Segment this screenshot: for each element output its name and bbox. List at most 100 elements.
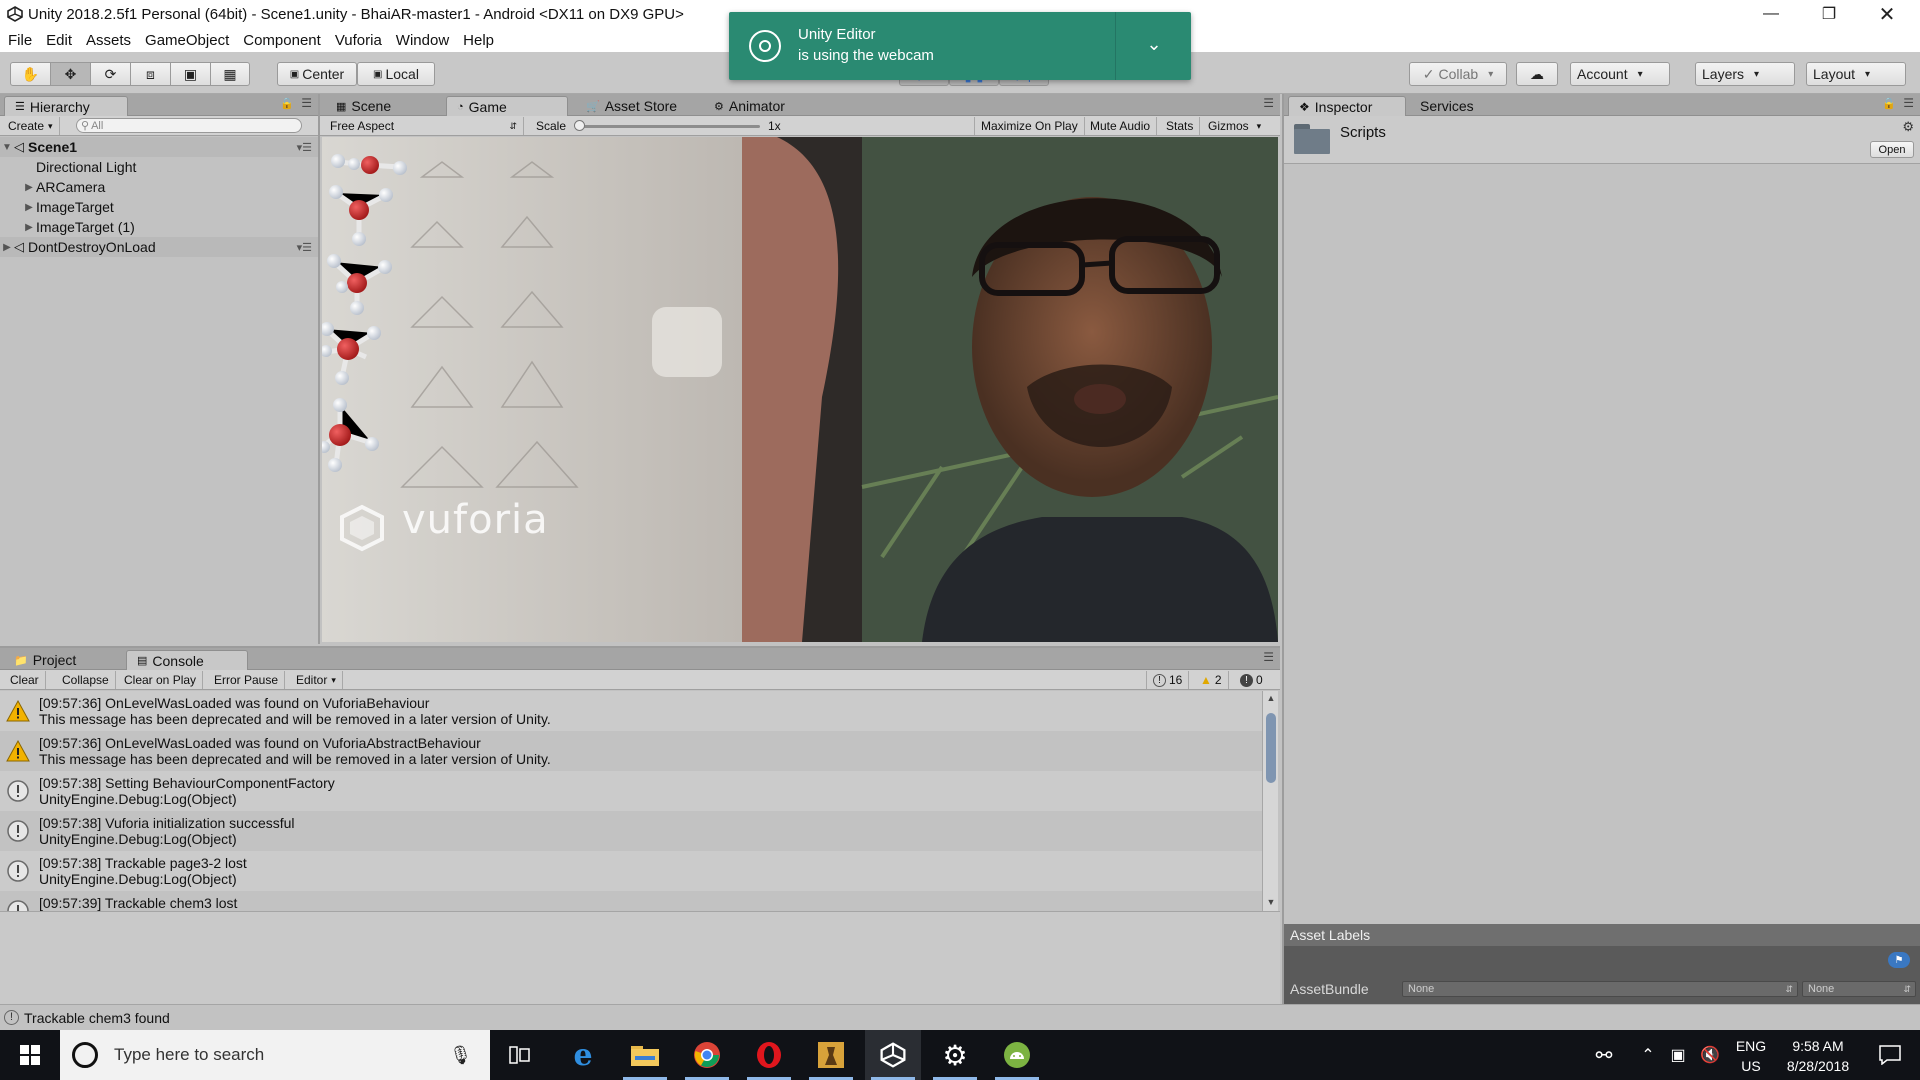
menu-gameobject[interactable]: GameObject — [138, 32, 236, 49]
restore-button[interactable]: ❐ — [1800, 0, 1858, 28]
menu-file[interactable]: File — [1, 32, 39, 49]
android-studio-icon[interactable] — [989, 1030, 1045, 1080]
clear-button[interactable]: Clear — [4, 671, 46, 689]
hierarchy-item-imagetarget[interactable]: ▶ ImageTarget — [0, 197, 318, 217]
menu-window[interactable]: Window — [389, 32, 456, 49]
game-icon[interactable] — [803, 1030, 859, 1080]
expand-arrow-icon[interactable]: ▶ — [0, 242, 14, 253]
network-icon[interactable]: ▣ — [1660, 1030, 1696, 1080]
asset-bundle-dropdown[interactable]: None ⇵ — [1402, 981, 1798, 997]
rect-icon[interactable]: ▣ — [171, 63, 211, 85]
hierarchy-item-imagetarget-1[interactable]: ▶ ImageTarget (1) — [0, 217, 318, 237]
tab-asset-store[interactable]: 🛒 Asset Store — [576, 96, 698, 116]
scrollbar-thumb[interactable] — [1266, 713, 1276, 783]
menu-vuforia[interactable]: Vuforia — [328, 32, 389, 49]
taskbar-search-box[interactable]: Type here to search 🎙 — [60, 1030, 490, 1080]
task-view-icon[interactable] — [492, 1030, 548, 1080]
collapse-button[interactable]: Collapse — [56, 671, 116, 689]
taskbar-clock[interactable]: 9:58 AM 8/28/2018 — [1770, 1036, 1866, 1076]
edge-icon[interactable]: e — [555, 1030, 611, 1080]
lock-icon[interactable]: 🔒 — [1882, 97, 1896, 110]
layers-dropdown[interactable]: Layers — [1695, 62, 1795, 86]
hierarchy-item-directional-light[interactable]: Directional Light — [0, 157, 318, 177]
panel-menu-icon[interactable]: ☰ — [1263, 650, 1274, 664]
settings-icon[interactable]: ⚙ — [927, 1030, 983, 1080]
menu-edit[interactable]: Edit — [39, 32, 79, 49]
expand-arrow-icon[interactable]: ▶ — [22, 202, 36, 213]
transform-icon[interactable]: ▦ — [211, 63, 249, 85]
unity-icon[interactable] — [865, 1030, 921, 1080]
move-icon[interactable]: ✥ — [51, 63, 91, 85]
hand-icon[interactable]: ✋ — [11, 63, 51, 85]
minimize-button[interactable]: — — [1742, 0, 1800, 28]
gear-icon[interactable]: ⚙ — [1902, 119, 1914, 135]
asset-labels-header[interactable]: Asset Labels — [1284, 924, 1920, 946]
tab-hierarchy[interactable]: ☰ Hierarchy — [4, 96, 128, 116]
log-filter-toggle[interactable]: ! 16 — [1146, 671, 1190, 689]
collab-button[interactable]: ✓ Collab — [1409, 62, 1507, 86]
tab-inspector[interactable]: ❖ Inspector — [1288, 96, 1406, 116]
menu-component[interactable]: Component — [236, 32, 328, 49]
webcam-notification[interactable]: Unity Editor is using the webcam ⌄ — [729, 12, 1191, 80]
scene-menu-icon[interactable]: ▾☰ — [297, 241, 312, 254]
tab-animator[interactable]: ⚙ Animator — [704, 96, 814, 116]
volume-muted-icon[interactable]: 🔇 — [1692, 1030, 1728, 1080]
create-dropdown[interactable]: Create ▾ — [2, 117, 60, 135]
scroll-up-icon[interactable]: ▲ — [1265, 693, 1277, 703]
console-entry[interactable]: [09:57:39] Trackable chem3 lost — [0, 891, 1262, 911]
console-entry[interactable]: [09:57:38] Setting BehaviourComponentFac… — [0, 771, 1262, 811]
cloud-button[interactable]: ☁ — [1516, 62, 1558, 86]
tab-scene[interactable]: ▦ Scene — [326, 96, 438, 116]
scroll-down-icon[interactable]: ▼ — [1265, 897, 1277, 907]
warning-filter-toggle[interactable]: ▲ 2 — [1194, 671, 1229, 689]
expand-arrow-icon[interactable]: ▶ — [22, 222, 36, 233]
panel-menu-icon[interactable]: ☰ — [301, 96, 312, 110]
stats-button[interactable]: Stats — [1160, 117, 1201, 135]
account-dropdown[interactable]: Account — [1570, 62, 1670, 86]
console-entry[interactable]: [09:57:36] OnLevelWasLoaded was found on… — [0, 691, 1262, 731]
tab-game[interactable]: ◔ Game — [446, 96, 568, 116]
game-view[interactable]: vuforia — [322, 137, 1278, 642]
people-icon[interactable]: ⚯ — [1580, 1030, 1628, 1080]
lock-icon[interactable]: 🔒 — [280, 97, 294, 110]
menu-assets[interactable]: Assets — [79, 32, 138, 49]
panel-menu-icon[interactable]: ☰ — [1263, 96, 1274, 110]
chevron-down-icon[interactable]: ⌄ — [1129, 34, 1179, 55]
opera-icon[interactable] — [741, 1030, 797, 1080]
console-entry[interactable]: [09:57:38] Vuforia initialization succes… — [0, 811, 1262, 851]
error-pause-button[interactable]: Error Pause — [208, 671, 286, 689]
editor-dropdown[interactable]: Editor ▾ — [290, 671, 343, 689]
expand-arrow-icon[interactable]: ▶ — [22, 182, 36, 193]
hierarchy-item-arcamera[interactable]: ▶ ARCamera — [0, 177, 318, 197]
scale-slider-thumb[interactable] — [574, 120, 585, 131]
scene-menu-icon[interactable]: ▾☰ — [297, 141, 312, 154]
expand-arrow-icon[interactable]: ▼ — [0, 142, 14, 153]
action-center-icon[interactable] — [1862, 1030, 1918, 1080]
panel-menu-icon[interactable]: ☰ — [1903, 96, 1914, 110]
label-tag-icon[interactable]: ⚑ — [1888, 952, 1910, 968]
clear-on-play-button[interactable]: Clear on Play — [118, 671, 204, 689]
layout-dropdown[interactable]: Layout — [1806, 62, 1906, 86]
hierarchy-search-input[interactable]: ⚲ All — [76, 118, 302, 133]
menu-help[interactable]: Help — [456, 32, 501, 49]
console-entry[interactable]: [09:57:36] OnLevelWasLoaded was found on… — [0, 731, 1262, 771]
chrome-icon[interactable] — [679, 1030, 735, 1080]
open-button[interactable]: Open — [1870, 141, 1914, 158]
language-indicator[interactable]: ENG US — [1732, 1036, 1770, 1076]
close-button[interactable]: ✕ — [1858, 0, 1916, 28]
maximize-on-play-button[interactable]: Maximize On Play — [974, 117, 1085, 135]
microphone-icon[interactable]: 🎙 — [449, 1045, 472, 1066]
scale-icon[interactable]: ⧈ — [131, 63, 171, 85]
hierarchy-item-dontdestroyonload[interactable]: ▶ ◁ DontDestroyOnLoad ▾☰ — [0, 237, 318, 257]
tab-services[interactable]: Services — [1410, 96, 1500, 116]
console-detail-area[interactable] — [0, 911, 1280, 1006]
aspect-dropdown[interactable]: Free Aspect ⇵ — [324, 117, 524, 135]
console-entry[interactable]: [09:57:38] Trackable page3-2 lost UnityE… — [0, 851, 1262, 891]
tab-project[interactable]: 📁 Project — [4, 650, 120, 670]
asset-variant-dropdown[interactable]: None ⇵ — [1802, 981, 1916, 997]
mute-audio-button[interactable]: Mute Audio — [1084, 117, 1158, 135]
scale-slider-track[interactable] — [578, 125, 760, 128]
gizmos-dropdown[interactable]: Gizmos ▾ — [1202, 117, 1267, 135]
console-scrollbar[interactable]: ▲ ▼ — [1262, 691, 1278, 911]
hierarchy-item-scene1[interactable]: ▼ ◁ Scene1 ▾☰ — [0, 137, 318, 157]
